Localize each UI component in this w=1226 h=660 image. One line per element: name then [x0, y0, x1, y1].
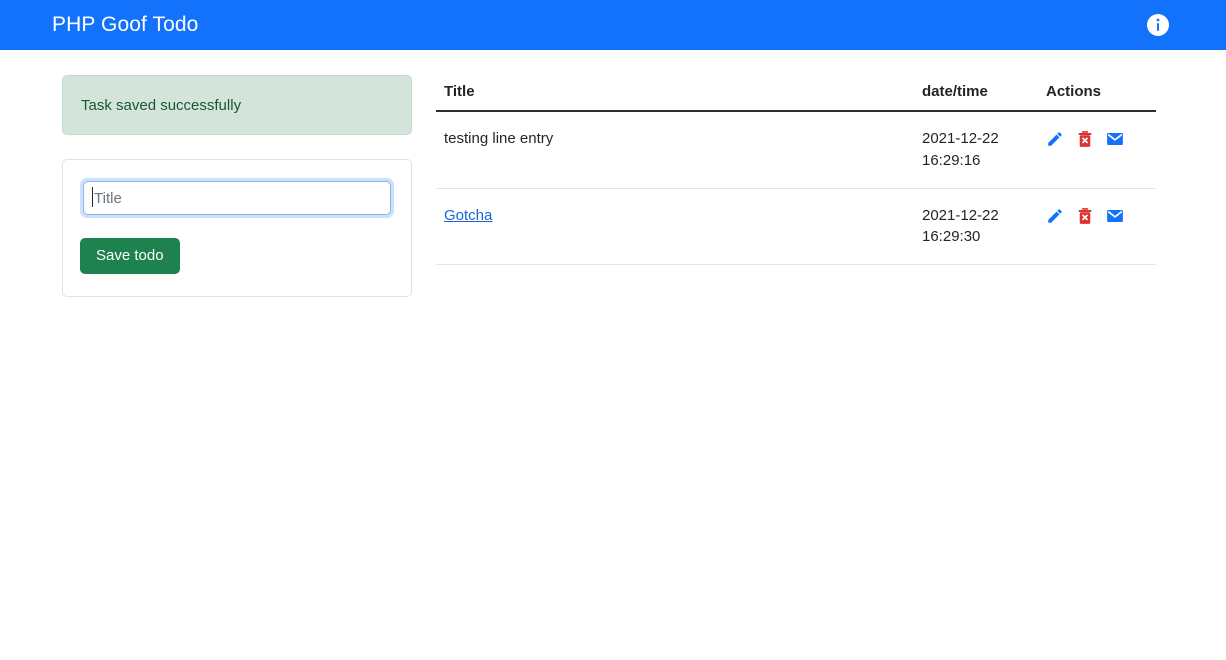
- table-row: testing line entry 2021-12-22 16:29:16: [436, 111, 1156, 189]
- cell-actions: [1038, 188, 1156, 265]
- cell-actions: [1038, 111, 1156, 189]
- success-alert: Task saved successfully: [62, 75, 412, 135]
- cell-datetime: 2021-12-22 16:29:16: [914, 111, 1038, 189]
- edit-pencil-icon[interactable]: [1046, 207, 1064, 225]
- todo-form-card: Save todo: [62, 159, 412, 297]
- delete-trash-icon[interactable]: [1076, 207, 1094, 225]
- mail-envelope-icon[interactable]: [1106, 207, 1124, 225]
- todo-date: 2021-12-22: [922, 130, 999, 147]
- table-body: testing line entry 2021-12-22 16:29:16 G…: [436, 111, 1156, 265]
- cell-title: testing line entry: [436, 111, 914, 189]
- table-head: Title date/time Actions: [436, 75, 1156, 112]
- title-input-wrapper: [80, 178, 394, 218]
- todo-time: 16:29:30: [922, 228, 981, 246]
- table-row: Gotcha 2021-12-22 16:29:30: [436, 188, 1156, 265]
- todo-table: Title date/time Actions testing line ent…: [436, 75, 1156, 265]
- save-todo-button[interactable]: Save todo: [80, 238, 180, 274]
- cell-datetime: 2021-12-22 16:29:30: [914, 188, 1038, 265]
- cell-title: Gotcha: [436, 188, 914, 265]
- column-header-title: Title: [436, 75, 914, 112]
- column-header-actions: Actions: [1038, 75, 1156, 112]
- column-header-date: date/time: [914, 75, 1038, 112]
- text-caret: [92, 187, 93, 207]
- todo-title-link[interactable]: Gotcha: [444, 207, 492, 224]
- title-input[interactable]: [83, 181, 391, 215]
- page-body: Task saved successfully Save todo Title …: [0, 50, 1226, 660]
- page-title: PHP Goof Todo: [52, 13, 199, 36]
- left-column: Task saved successfully Save todo: [62, 75, 412, 297]
- mail-envelope-icon[interactable]: [1106, 130, 1124, 148]
- edit-pencil-icon[interactable]: [1046, 130, 1064, 148]
- app-header: PHP Goof Todo: [0, 0, 1226, 50]
- table-header-row: Title date/time Actions: [436, 75, 1156, 112]
- todo-time: 16:29:16: [922, 151, 981, 169]
- info-icon[interactable]: [1146, 13, 1170, 37]
- todo-date: 2021-12-22: [922, 206, 999, 224]
- todo-table-container: Title date/time Actions testing line ent…: [436, 75, 1156, 265]
- success-alert-text: Task saved successfully: [81, 96, 242, 114]
- delete-trash-icon[interactable]: [1076, 130, 1094, 148]
- todo-title-text: testing line entry: [444, 130, 554, 147]
